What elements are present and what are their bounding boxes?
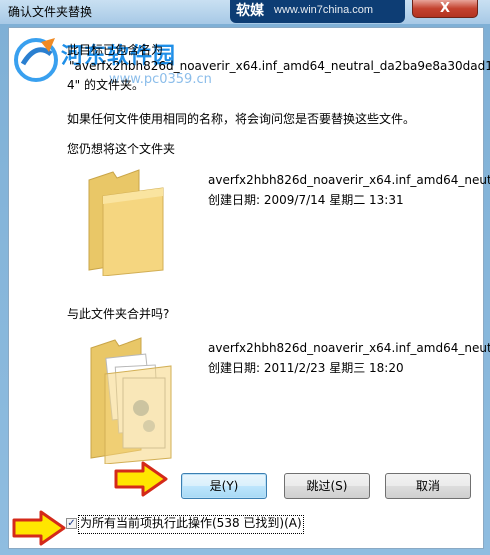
message-question: 您仍想将这个文件夹	[67, 142, 176, 156]
dialog-body: 河东软件园 www.pc0359.cn 此目标已包含名为 "averfx2hbh…	[8, 27, 490, 549]
merge-prompt: 与此文件夹合并吗?	[67, 307, 170, 321]
arrow-pointer-icon	[12, 510, 66, 546]
message-line-3: 4" 的文件夹。	[67, 78, 144, 92]
skip-button[interactable]: 跳过(S)	[284, 473, 370, 499]
apply-all-checkbox[interactable]: ✓	[66, 518, 77, 529]
source-folder-date: 创建日期: 2009/7/14 星期二 13:31	[208, 193, 404, 207]
watermark-brand: 软媒	[236, 2, 264, 18]
message-line-1: 此目标已包含名为	[67, 43, 164, 57]
source-folder-name: averfx2hbh826d_noaverir_x64.inf_amd64_ne…	[208, 173, 490, 187]
yes-button[interactable]: 是(Y)	[181, 473, 267, 499]
folder-icon	[88, 169, 164, 276]
title-bar[interactable]: 确认文件夹替换 软媒 www.win7china.com X	[0, 0, 490, 24]
target-folder-date: 创建日期: 2011/2/23 星期三 18:20	[208, 361, 404, 375]
close-icon: X	[439, 1, 451, 16]
watermark-banner: 软媒 www.win7china.com	[230, 0, 405, 23]
target-folder-name: averfx2hbh826d_noaverir_x64.inf_amd64_ne…	[208, 341, 490, 355]
folder-with-files-icon	[90, 337, 172, 464]
arrow-pointer-icon	[114, 461, 168, 497]
close-button[interactable]: X	[412, 0, 478, 18]
window-title: 确认文件夹替换	[8, 5, 93, 19]
cancel-button[interactable]: 取消	[385, 473, 471, 499]
watermark-url: www.win7china.com	[274, 4, 374, 16]
apply-all-label[interactable]: 为所有当前项执行此操作(538 已找到)(A)	[78, 515, 304, 534]
dialog-window: 确认文件夹替换 软媒 www.win7china.com X 河东软件园 www…	[0, 0, 490, 555]
message-warning: 如果任何文件使用相同的名称，将会询问您是否要替换这些文件。	[67, 112, 416, 126]
message-folder-name: "averfx2hbh826d_noaverir_x64.inf_amd64_n…	[69, 59, 490, 73]
watermark-logo-icon	[14, 38, 58, 82]
